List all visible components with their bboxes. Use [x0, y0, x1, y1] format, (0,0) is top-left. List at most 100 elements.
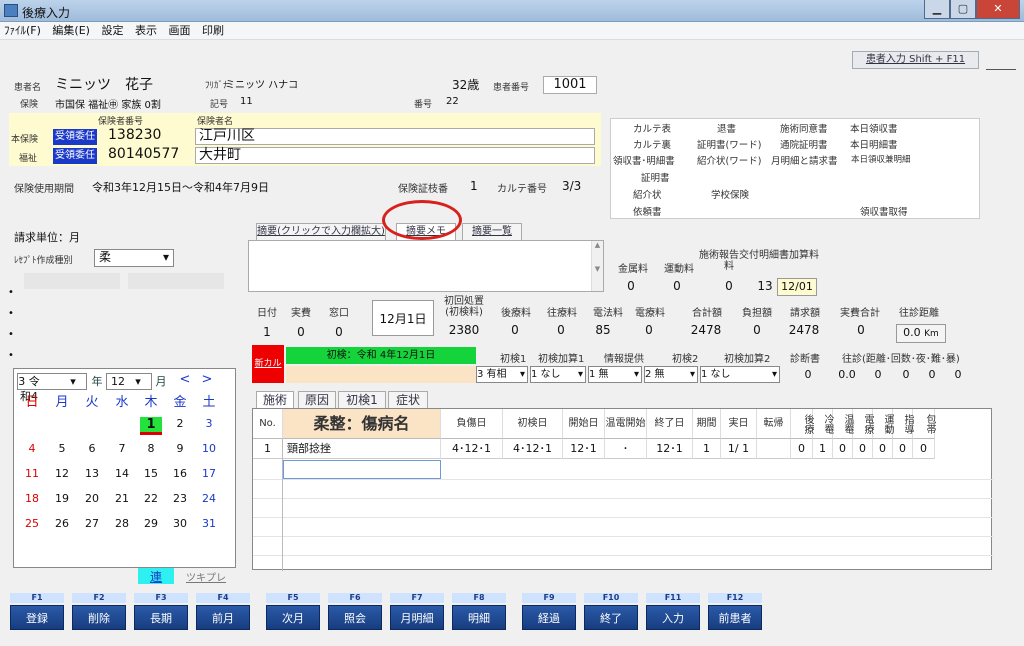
info-select[interactable]: 1 無 ▾: [588, 366, 642, 383]
menu-print[interactable]: 印刷: [202, 24, 224, 37]
menu-file[interactable]: ﾌｧｲﾙ(F): [4, 24, 41, 37]
grid-cell[interactable]: [757, 439, 791, 459]
calendar-day[interactable]: 19: [51, 492, 73, 505]
fkey-label[interactable]: 月明細: [390, 605, 444, 630]
calendar-day[interactable]: 6: [81, 442, 103, 455]
distance-field[interactable]: 0.0 Km: [896, 324, 946, 343]
calendar-day[interactable]: 16: [169, 467, 191, 480]
grid-cell[interactable]: 頸部捻挫: [283, 439, 441, 459]
calendar-day[interactable]: 10: [198, 442, 220, 455]
grid-cell[interactable]: 12･1: [563, 439, 605, 459]
tab-symptoms[interactable]: 症状: [388, 391, 428, 408]
calendar-day[interactable]: 25: [21, 517, 43, 530]
calendar-day[interactable]: 1: [140, 417, 162, 435]
fkey-f12[interactable]: F12 前患者: [708, 593, 762, 630]
calendar-day[interactable]: 14: [111, 467, 133, 480]
doc-cert-word[interactable]: 証明書(ワード): [697, 137, 761, 151]
grid-cell[interactable]: 0: [853, 439, 873, 459]
tab-summary[interactable]: 摘要(クリックで入力欄拡大): [256, 223, 386, 240]
insurer-number-2[interactable]: 80140577: [105, 147, 195, 164]
calendar-day[interactable]: 29: [140, 517, 162, 530]
era-select[interactable]: 3 令和4 ▾: [17, 373, 87, 403]
calendar-day[interactable]: 2: [169, 417, 191, 430]
calendar-day[interactable]: 11: [21, 467, 43, 480]
tab-cause[interactable]: 原因: [298, 391, 336, 408]
shoken-add2-select[interactable]: 1 なし ▾: [700, 366, 780, 383]
fkey-f4[interactable]: F4 前月: [196, 593, 250, 630]
calendar-day[interactable]: 23: [169, 492, 191, 505]
grid-cell[interactable]: 1/ 1: [721, 439, 757, 459]
shoken-add1-select[interactable]: 1 なし ▾: [530, 366, 586, 383]
menu-view[interactable]: 表示: [135, 24, 157, 37]
prev-month-button[interactable]: <: [174, 372, 196, 387]
tab-summary-list[interactable]: 摘要一覧: [462, 223, 522, 240]
tab-shoken1[interactable]: 初検1: [338, 391, 386, 408]
grid-cell[interactable]: 4･12･1: [503, 439, 563, 459]
new-karte-button[interactable]: 新カルテ: [252, 345, 284, 407]
calendar-day[interactable]: 28: [111, 517, 133, 530]
doc-monthly[interactable]: 月明細と請求書: [771, 153, 838, 167]
fkey-label[interactable]: 入力: [646, 605, 700, 630]
doc-karte-front[interactable]: カルテ表: [633, 121, 671, 135]
fkey-label[interactable]: 照会: [328, 605, 382, 630]
tsukipre-link[interactable]: ツキプレ: [186, 569, 226, 584]
fkey-label[interactable]: 前患者: [708, 605, 762, 630]
month-select[interactable]: 12 ▾: [106, 373, 152, 390]
calendar-day[interactable]: 15: [140, 467, 162, 480]
doc-receipt-statement[interactable]: 領収書･明細書: [613, 153, 675, 167]
calendar-day[interactable]: 9: [169, 442, 191, 455]
calendar-day[interactable]: 26: [51, 517, 73, 530]
insurer-number-1[interactable]: 138230: [105, 128, 195, 145]
grid-cell[interactable]: 1: [813, 439, 833, 459]
fkey-label[interactable]: 次月: [266, 605, 320, 630]
doc-receipt-combined[interactable]: 本日領収兼明細: [851, 153, 911, 165]
doc-receipt-today[interactable]: 本日領収書: [850, 121, 898, 135]
doc-referral-word[interactable]: 紹介状(ワード): [697, 153, 761, 167]
patient-input-button[interactable]: 患者入力 Shift + F11: [852, 51, 979, 69]
fkey-f8[interactable]: F8 明細: [452, 593, 506, 630]
menu-edit[interactable]: 編集(E): [52, 24, 90, 37]
fkey-f9[interactable]: F9 経過: [522, 593, 576, 630]
doc-certificate[interactable]: 証明書: [641, 170, 670, 184]
ren-button[interactable]: 連: [138, 568, 174, 584]
grid-cell[interactable]: 12･1: [647, 439, 693, 459]
fkey-f2[interactable]: F2 削除: [72, 593, 126, 630]
grid-cell[interactable]: 0: [873, 439, 893, 459]
doc-school[interactable]: 学校保険: [711, 187, 749, 201]
grid-input-cell[interactable]: [283, 460, 441, 479]
calendar-day[interactable]: 13: [81, 467, 103, 480]
fkey-f1[interactable]: F1 登録: [10, 593, 64, 630]
insurer-name-1[interactable]: 江戸川区: [195, 128, 595, 145]
fkey-f7[interactable]: F7 月明細: [390, 593, 444, 630]
memo-textarea[interactable]: ▲ ▼: [248, 240, 604, 292]
patient-number[interactable]: 1001: [543, 76, 597, 94]
doc-statement-today[interactable]: 本日明細書: [850, 137, 898, 151]
calendar-day[interactable]: 3: [198, 417, 220, 430]
calendar-day[interactable]: 4: [21, 442, 43, 455]
calendar-day[interactable]: 7: [111, 442, 133, 455]
calendar-day[interactable]: 27: [81, 517, 103, 530]
minimize-button[interactable]: ▁: [924, 0, 950, 19]
calendar-day[interactable]: 31: [198, 517, 220, 530]
fkey-label[interactable]: 終了: [584, 605, 638, 630]
fkey-label[interactable]: 登録: [10, 605, 64, 630]
tab-treatment[interactable]: 施術: [256, 391, 294, 409]
calendar-day[interactable]: 24: [198, 492, 220, 505]
calendar-day[interactable]: 22: [140, 492, 162, 505]
fee-statement-date[interactable]: 12/01: [777, 278, 817, 296]
calendar-day[interactable]: 20: [81, 492, 103, 505]
fkey-label[interactable]: 削除: [72, 605, 126, 630]
grid-cell[interactable]: 0: [893, 439, 913, 459]
doc-request[interactable]: 依頼書: [633, 204, 662, 218]
calendar-day[interactable]: 30: [169, 517, 191, 530]
fkey-f6[interactable]: F6 照会: [328, 593, 382, 630]
maximize-button[interactable]: ▢: [950, 0, 976, 19]
grid-cell[interactable]: 4･12･1: [441, 439, 503, 459]
fkey-label[interactable]: 前月: [196, 605, 250, 630]
fkey-f3[interactable]: F3 長期: [134, 593, 188, 630]
doc-karte-back[interactable]: カルテ裏: [633, 137, 671, 151]
fkey-f10[interactable]: F10 終了: [584, 593, 638, 630]
shoken2-select[interactable]: 2 無 ▾: [644, 366, 698, 383]
fkey-f5[interactable]: F5 次月: [266, 593, 320, 630]
menu-screen[interactable]: 画面: [168, 24, 190, 37]
